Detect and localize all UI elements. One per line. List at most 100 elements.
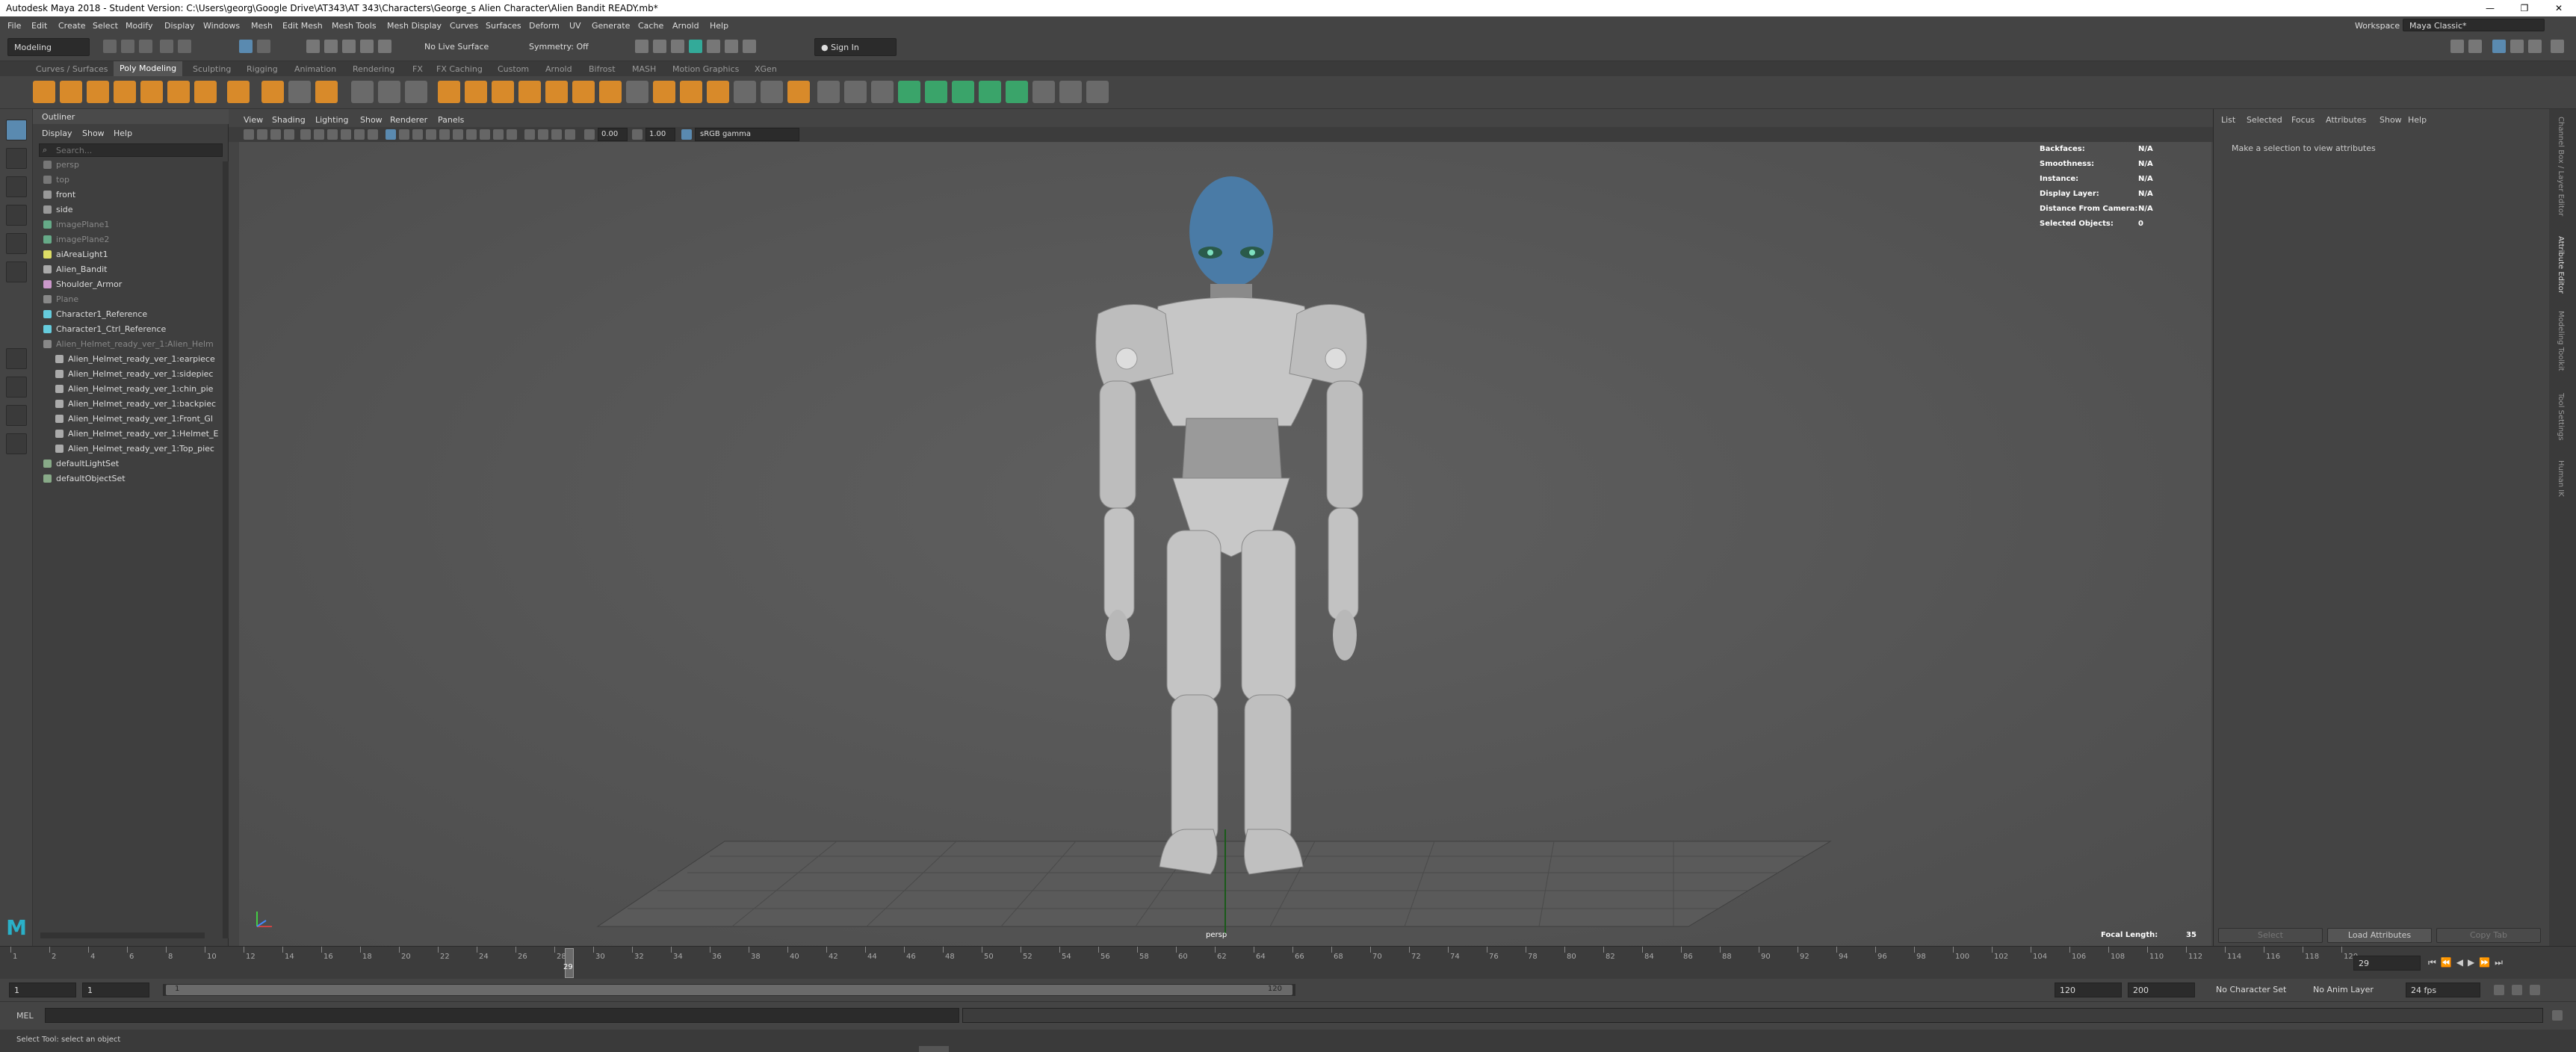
wireframe-on-shaded-icon[interactable]: [412, 129, 423, 140]
shelf-tab-poly-modeling[interactable]: Poly Modeling: [114, 61, 183, 76]
poly-cone-icon[interactable]: [114, 81, 136, 103]
mode-dropdown[interactable]: Modeling: [7, 38, 90, 56]
anim-layer-dropdown[interactable]: No Anim Layer: [2309, 983, 2398, 997]
menu-surfaces[interactable]: Surfaces: [486, 21, 521, 31]
safe-action-icon[interactable]: [368, 129, 378, 140]
lasso-tool-icon[interactable]: [6, 148, 27, 169]
outliner-item[interactable]: front: [43, 190, 75, 203]
text-icon[interactable]: [288, 81, 311, 103]
shelf-tab-fx[interactable]: FX: [412, 64, 423, 74]
pause-ipr-icon[interactable]: [725, 40, 738, 53]
snap-surface-icon[interactable]: [378, 40, 391, 53]
menu-curves[interactable]: Curves: [450, 21, 478, 31]
shelf-tab-rendering[interactable]: Rendering: [353, 64, 394, 74]
bridge-icon[interactable]: [572, 81, 595, 103]
render-settings-icon[interactable]: [671, 40, 684, 53]
auto-key-icon[interactable]: [2494, 985, 2504, 995]
menu-windows[interactable]: Windows: [203, 21, 240, 31]
poly-sphere-icon[interactable]: [33, 81, 55, 103]
outliner-item[interactable]: aiAreaLight1: [43, 250, 108, 263]
xray-active-icon[interactable]: [565, 129, 575, 140]
sew-uv-icon[interactable]: [1059, 81, 1082, 103]
poly-plane-icon[interactable]: [167, 81, 190, 103]
viewport-menu-shading[interactable]: Shading: [272, 115, 306, 125]
color-space-dropdown[interactable]: sRGB gamma: [695, 128, 799, 141]
channel-box-toggle-icon[interactable]: [2510, 40, 2524, 53]
planar-uv-icon[interactable]: [925, 81, 947, 103]
cylindrical-uv-icon[interactable]: [952, 81, 974, 103]
hypershade-icon[interactable]: [689, 40, 702, 53]
menu-deform[interactable]: Deform: [529, 21, 560, 31]
single-view-layout-icon[interactable]: [6, 348, 27, 369]
side-tab-channel-box[interactable]: Channel Box / Layer Editor: [2557, 117, 2565, 216]
playback-end-field[interactable]: 120: [2055, 983, 2122, 997]
extrude-icon[interactable]: [545, 81, 568, 103]
minimize-button[interactable]: —: [2473, 0, 2507, 16]
viewport-menu-renderer[interactable]: Renderer: [390, 115, 427, 125]
merge-icon[interactable]: [653, 81, 675, 103]
image-plane-icon[interactable]: [284, 129, 294, 140]
select-type-icon[interactable]: [351, 81, 374, 103]
outliner-menu-help[interactable]: Help: [114, 129, 132, 138]
outliner-item[interactable]: top: [43, 175, 69, 188]
side-tab-modeling-toolkit[interactable]: Modeling Toolkit: [2557, 311, 2565, 371]
poly-disc-icon[interactable]: [194, 81, 217, 103]
playback-start-field[interactable]: 1: [82, 983, 149, 997]
outliner-item[interactable]: Character1_Reference: [43, 309, 147, 323]
sign-in-button[interactable]: ● Sign In: [814, 38, 897, 56]
playback-controls[interactable]: ⏮⏪◀▶⏩⏭: [2428, 957, 2570, 971]
outliner-item[interactable]: Shoulder_Armor: [43, 279, 122, 293]
ambient-occlusion-icon[interactable]: [466, 129, 477, 140]
xray-joints-icon[interactable]: [551, 129, 562, 140]
outliner-item[interactable]: defaultLightSet: [43, 459, 119, 472]
spherical-uv-icon[interactable]: [979, 81, 1001, 103]
viewport-scene[interactable]: Backfaces: N/A Smoothness: N/A Instance: N/A D…: [239, 142, 2211, 946]
menu-cache[interactable]: Cache: [638, 21, 663, 31]
outliner-search-field[interactable]: Search... ⌕: [39, 143, 223, 157]
edge-loop-icon[interactable]: [817, 81, 840, 103]
shelf-tab-motion-graphics[interactable]: Motion Graphics: [672, 64, 739, 74]
close-button[interactable]: ✕: [2542, 0, 2576, 16]
bevel-icon[interactable]: [599, 81, 622, 103]
move-tool-icon[interactable]: [6, 205, 27, 226]
maximize-button[interactable]: ❐: [2507, 0, 2542, 16]
menu-mesh-tools[interactable]: Mesh Tools: [332, 21, 377, 31]
gamma-icon[interactable]: [632, 129, 643, 140]
outliner-menu-display[interactable]: Display: [42, 129, 72, 138]
connect-icon[interactable]: [761, 81, 783, 103]
multi-cut-icon[interactable]: [707, 81, 729, 103]
menu-mesh[interactable]: Mesh: [251, 21, 273, 31]
shadows-icon[interactable]: [453, 129, 463, 140]
new-scene-icon[interactable]: [103, 40, 117, 53]
outliner-item[interactable]: Alien_Helmet_ready_ver_1:earpiece: [55, 354, 215, 368]
outliner-item[interactable]: Alien_Helmet_ready_ver_1:backpiec: [55, 399, 216, 412]
gate-mask-icon[interactable]: [341, 129, 351, 140]
fps-dropdown[interactable]: 24 fps: [2406, 983, 2480, 997]
menu-mesh-display[interactable]: Mesh Display: [387, 21, 442, 31]
viewport-menu-show[interactable]: Show: [360, 115, 383, 125]
menu-edit[interactable]: Edit: [31, 21, 47, 31]
shelf-tab-custom[interactable]: Custom: [498, 64, 529, 74]
outliner-item[interactable]: Character1_Ctrl_Reference: [43, 324, 166, 338]
live-surface-field[interactable]: No Live Surface: [418, 38, 515, 56]
outliner-layout-icon[interactable]: [6, 433, 27, 454]
outliner-item[interactable]: Alien_Helmet_ready_ver_1:Front_Gl: [55, 414, 213, 427]
unfold-uv-icon[interactable]: [1086, 81, 1109, 103]
offset-loop-icon[interactable]: [844, 81, 867, 103]
separate-icon[interactable]: [405, 81, 427, 103]
select-hierarchy-icon[interactable]: [239, 40, 253, 53]
command-input[interactable]: [45, 1008, 959, 1023]
auto-uv-icon[interactable]: [1006, 81, 1028, 103]
viewport-menu-panels[interactable]: Panels: [438, 115, 464, 125]
rotate-tool-icon[interactable]: [6, 233, 27, 254]
attr-select-button[interactable]: Select: [2218, 928, 2323, 943]
exposure-icon[interactable]: [584, 129, 595, 140]
tool-settings-toggle-icon[interactable]: [2551, 40, 2564, 53]
range-slider-track[interactable]: 1 120: [163, 984, 1295, 996]
boolean-union-icon[interactable]: [465, 81, 487, 103]
outliner-item[interactable]: Alien_Helmet_ready_ver_1:Alien_Helm: [43, 339, 214, 353]
textured-icon[interactable]: [426, 129, 436, 140]
attr-menu-selected[interactable]: Selected: [2247, 115, 2282, 125]
menu-select[interactable]: Select: [93, 21, 118, 31]
ipr-render-icon[interactable]: [653, 40, 666, 53]
